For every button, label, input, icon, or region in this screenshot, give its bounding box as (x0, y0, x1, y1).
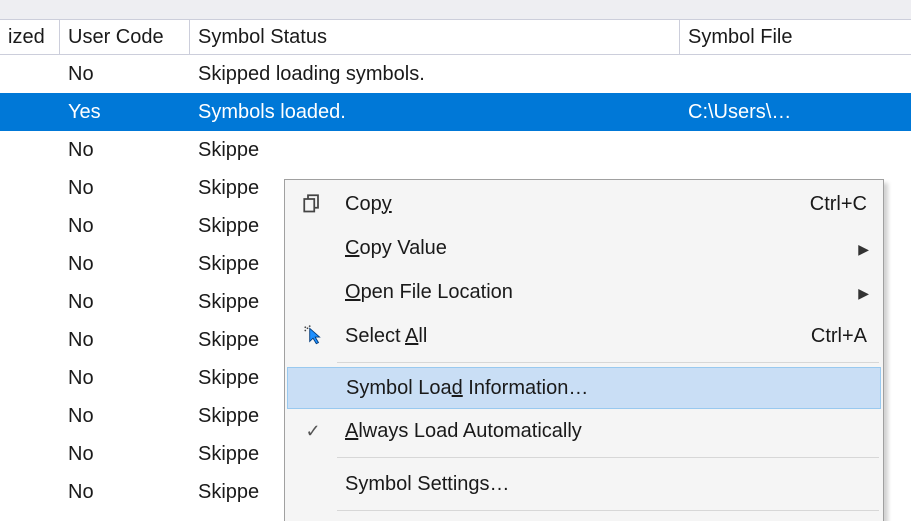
menu-label: Symbol Settings… (335, 473, 873, 496)
menu-item-always-load-automatically[interactable]: ✓ Always Load Automatically (287, 409, 881, 453)
cell-user-code: No (60, 291, 190, 314)
submenu-arrow-icon: ▶ (858, 281, 873, 304)
submenu-arrow-icon: ▶ (858, 237, 873, 260)
cell-user-code: No (60, 63, 190, 86)
menu-shortcut: Ctrl+A (811, 325, 873, 348)
menu-separator (337, 362, 879, 363)
copy-icon (291, 194, 335, 214)
context-menu: Copy Ctrl+C Copy Value ▶ Open File Locat… (284, 179, 884, 521)
table-row[interactable]: No Skipped loading symbols. (0, 55, 911, 93)
cell-user-code: Yes (60, 101, 190, 124)
menu-separator (337, 457, 879, 458)
menu-item-copy-value[interactable]: Copy Value ▶ (287, 226, 881, 270)
menu-item-copy[interactable]: Copy Ctrl+C (287, 182, 881, 226)
cell-user-code: No (60, 253, 190, 276)
column-header-user-code[interactable]: User Code (60, 20, 190, 54)
menu-item-symbol-settings[interactable]: Symbol Settings… (287, 462, 881, 506)
menu-label: Copy Value (335, 237, 858, 260)
column-header-optimized[interactable]: ized (0, 20, 60, 54)
cell-user-code: No (60, 139, 190, 162)
column-header-symbol-status[interactable]: Symbol Status (190, 20, 680, 54)
checkmark-icon: ✓ (291, 421, 335, 442)
menu-separator (337, 510, 879, 511)
select-all-cursor-icon (291, 325, 335, 347)
menu-item-open-file-location[interactable]: Open File Location ▶ (287, 270, 881, 314)
menu-label: Copy (335, 193, 810, 216)
cell-user-code: No (60, 405, 190, 428)
menu-item-select-all[interactable]: Select All Ctrl+A (287, 314, 881, 358)
cell-symbol-file: C:\Users\… (680, 101, 911, 124)
menu-label: Select All (335, 325, 811, 348)
menu-shortcut: Ctrl+C (810, 193, 873, 216)
table-row[interactable]: Yes Symbols loaded. C:\Users\… (0, 93, 911, 131)
cell-user-code: No (60, 443, 190, 466)
grid-header: ized User Code Symbol Status Symbol File (0, 20, 911, 55)
cell-user-code: No (60, 367, 190, 390)
cell-user-code: No (60, 481, 190, 504)
column-header-symbol-file[interactable]: Symbol File (680, 20, 911, 54)
cell-user-code: No (60, 177, 190, 200)
cell-symbol-status: Skippe (190, 139, 680, 162)
menu-label: Symbol Load Information… (336, 377, 872, 400)
cell-symbol-status: Symbols loaded. (190, 101, 680, 124)
menu-label: Always Load Automatically (335, 420, 873, 443)
window-toolbar-strip (0, 0, 911, 20)
table-row[interactable]: No Skippe (0, 131, 911, 169)
cell-user-code: No (60, 215, 190, 238)
cell-symbol-status: Skipped loading symbols. (190, 63, 680, 86)
menu-item-symbol-load-information[interactable]: Symbol Load Information… (287, 367, 881, 409)
modules-grid: No Skipped loading symbols. Yes Symbols … (0, 55, 911, 521)
menu-item-decompile-source[interactable]: Decompile Source to Symbol File (287, 515, 881, 521)
cell-user-code: No (60, 329, 190, 352)
menu-label: Open File Location (335, 281, 858, 304)
